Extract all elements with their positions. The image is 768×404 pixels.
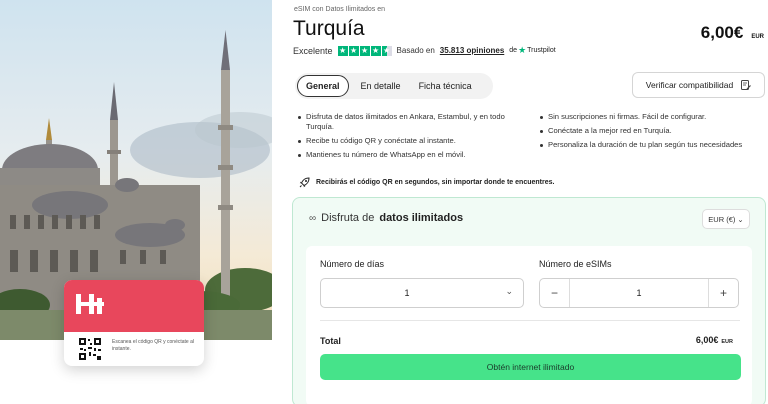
chevron-down-icon: ⌄ [737,214,744,224]
rating-label: Excelente [293,45,333,56]
star-icon: ★ [359,45,370,56]
feature-item: Disfruta de datos ilimitados en Ankara, … [298,112,522,132]
breadcrumb: eSIM con Datos Ilimitados en [294,6,386,13]
get-unlimited-internet-button[interactable]: Obtén internet ilimitado [320,354,741,380]
currency-select[interactable]: EUR (€) ⌄ [702,209,750,229]
days-select[interactable]: 1 ⌄ [320,278,524,308]
total-amount: 6,00€ [695,335,719,345]
qr-notice: Recibirás el código QR en segundos, sin … [299,177,554,188]
qr-code-icon [78,337,102,361]
total-currency: EUR [721,339,733,345]
esims-stepper: − 1 + [539,278,739,308]
plan-heading: ∞ Disfruta de datos ilimitados [309,212,463,224]
info-tabs: General En detalle Ficha técnica [295,73,493,99]
price-currency: EUR [751,34,764,40]
total-price: 6,00€ EUR [696,335,733,345]
qr-notice-text: Recibirás el código QR en segundos, sin … [316,179,555,186]
feature-item: Sin suscripciones ni firmas. Fácil de co… [540,112,764,122]
star-icon: ★ [348,45,359,56]
feature-item: Personaliza la duración de tu plan según… [540,140,764,150]
increment-button[interactable]: + [708,279,738,307]
infinity-icon: ∞ [309,212,317,224]
verify-compatibility-button[interactable]: Verificar compatibilidad [632,72,765,98]
chevron-down-icon: ⌄ [505,286,513,296]
days-label: Número de días [320,259,385,269]
esims-value[interactable]: 1 [570,288,708,298]
star-half-icon: ★ [381,45,392,56]
rating-de: de [509,47,518,54]
rating-stars: ★ ★ ★ ★ ★ [337,45,392,56]
holafly-logo-icon [76,294,104,314]
plan-form: Número de días Número de eSIMs 1 ⌄ − 1 +… [306,246,752,404]
price-amount: 6,00€ [700,23,744,42]
esims-label: Número de eSIMs [539,259,612,269]
rocket-icon [299,177,310,188]
star-icon: ★ [337,45,348,56]
star-icon: ★ [370,45,381,56]
plan-configurator: ∞ Disfruta de datos ilimitados EUR (€) ⌄… [292,197,766,404]
tab-en-detalle[interactable]: En detalle [353,75,409,97]
reviews-link[interactable]: 35.813 opiniones [440,46,504,55]
feature-item: Recibe tu código QR y conéctate al insta… [298,136,522,146]
esim-card: Escanea el código QR y conéctate al inst… [64,280,204,366]
plan-heading-prefix: Disfruta de [321,212,375,224]
divider [320,320,740,321]
tab-ficha-tecnica[interactable]: Ficha técnica [411,75,480,97]
price-display: 6,00€ EUR [701,23,764,43]
rating-based-on: Basado en [396,46,435,55]
currency-select-value: EUR (€) [708,214,736,224]
hero-image: Escanea el código QR y conéctate al inst… [0,0,272,404]
tab-general[interactable]: General [297,75,349,97]
feature-item: Mantienes tu número de WhatsApp en el mó… [298,150,522,160]
decrement-button[interactable]: − [540,279,570,307]
card-note: Escanea el código QR y conéctate al inst… [112,339,194,352]
trustpilot-rating: Excelente ★ ★ ★ ★ ★ Basado en 35.813 opi… [293,45,556,56]
page-title: Turquía [293,17,365,40]
days-value: 1 [404,288,410,298]
trustpilot-label: Trustpilot [527,47,556,54]
trustpilot-brand: de ★ Trustpilot [509,45,555,56]
verify-compatibility-label: Verificar compatibilidad [645,80,734,90]
total-label: Total [320,336,341,346]
features-list: Disfruta de datos ilimitados en Ankara, … [298,112,764,164]
feature-item: Conéctate a la mejor red en Turquía. [540,126,764,136]
card-brand-band [64,280,204,332]
trustpilot-star-icon: ★ [518,45,527,55]
plan-heading-bold: datos ilimitados [379,212,464,224]
edit-note-icon [741,79,752,90]
